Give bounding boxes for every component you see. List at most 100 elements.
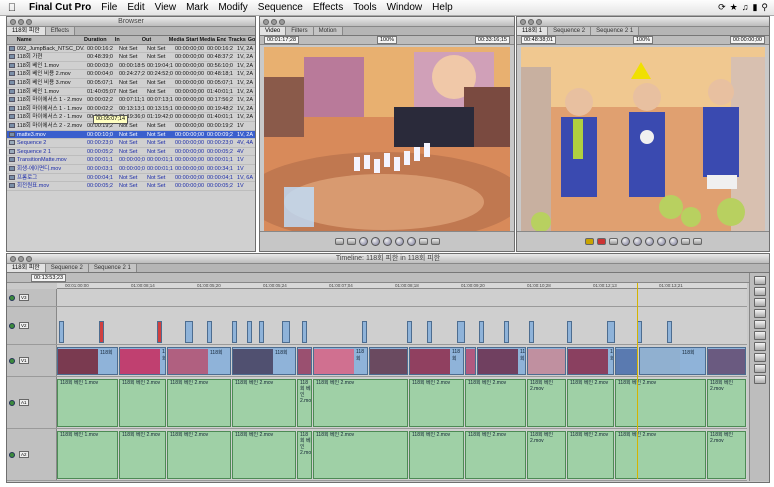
zoom-icon[interactable]	[536, 19, 542, 25]
v1-clip[interactable]: 118회	[567, 347, 614, 375]
next-edit-button[interactable]	[668, 237, 678, 246]
browser-row[interactable]: 118회 마이에서스 2 - 2.mov 00:00:19;2 Not Set Not…	[7, 122, 255, 131]
menu-sequence[interactable]: Sequence	[253, 2, 308, 13]
match-frame-button[interactable]	[430, 238, 440, 245]
minimize-icon[interactable]	[18, 256, 24, 262]
v2-clip[interactable]	[282, 321, 290, 343]
track-visibility-icon[interactable]	[9, 399, 15, 406]
track-visibility-icon[interactable]	[9, 451, 15, 458]
menu-edit[interactable]: Edit	[122, 2, 149, 13]
menu-view[interactable]: View	[150, 2, 182, 13]
v2-clip[interactable]	[259, 321, 264, 343]
v2-clip[interactable]	[207, 321, 212, 343]
tab-canvas-118[interactable]: 118회 1	[517, 27, 549, 35]
v1-clip[interactable]: 118회	[232, 347, 296, 375]
close-icon[interactable]	[263, 19, 269, 25]
a2-audio-clip[interactable]: 118회 베인 2.mov	[119, 431, 166, 479]
browser-row[interactable]: 118회 마이에서스 1 - 1.mov 00:00:02;2 00:13:13;1…	[7, 105, 255, 114]
track-select-tool-icon[interactable]	[753, 287, 766, 296]
canvas-video-frame[interactable]	[521, 47, 765, 233]
tab-timeline-118[interactable]: 118회 피한	[7, 264, 46, 272]
a2-audio-clip[interactable]: 118회 베인 2.mov	[232, 431, 296, 479]
browser-row[interactable]: 회전원표.mov 00:00:05;2 Not Set Not Set 00:00:00…	[7, 182, 255, 191]
a1-audio-clip[interactable]: 118회 베인 2.mov	[297, 379, 312, 427]
v2-clip[interactable]	[302, 321, 307, 343]
v2-clip[interactable]	[607, 321, 615, 343]
play-in-out-button[interactable]	[632, 237, 642, 246]
pen-tool-icon[interactable]	[753, 342, 766, 351]
mark-in-button[interactable]	[680, 238, 690, 245]
a2-audio-clip[interactable]: 118회 베인 2.mov	[409, 431, 464, 479]
v2-clip[interactable]	[59, 321, 64, 343]
col-duration[interactable]: Duration	[82, 36, 113, 44]
bluetooth-icon[interactable]: ★	[730, 2, 738, 13]
a2-audio-clip[interactable]: 118회 베인 2.mov	[615, 431, 706, 479]
play-in-out-button[interactable]	[370, 237, 380, 246]
v2-clip[interactable]	[427, 321, 432, 343]
browser-row[interactable]: 회생-에이면디.mov 00:00:03;1 00:00:00;0 00:00:01;…	[7, 165, 255, 174]
tab-filters[interactable]: Filters	[286, 27, 314, 35]
slip-tool-icon[interactable]	[753, 331, 766, 340]
menu-tools[interactable]: Tools	[348, 2, 381, 13]
play-around-button[interactable]	[656, 237, 666, 246]
browser-row[interactable]: 프롬로그 00:00:04;1 Not Set Not Set 00:00:00;00 0…	[7, 174, 255, 183]
next-edit-button[interactable]	[406, 237, 416, 246]
ripple-tool-icon[interactable]	[753, 298, 766, 307]
viewer-duration-timecode[interactable]: 00:01:17;28	[264, 36, 300, 44]
v2-clip[interactable]	[362, 321, 367, 343]
col-go[interactable]: Go	[246, 36, 255, 44]
canvas-current-timecode[interactable]: 00:00:00;00	[729, 36, 765, 44]
roll-tool-icon[interactable]	[753, 309, 766, 318]
menu-help[interactable]: Help	[427, 2, 458, 13]
a1-audio-clip[interactable]: 118회 베인 2.mov	[527, 379, 566, 427]
close-icon[interactable]	[10, 19, 16, 25]
playhead[interactable]	[637, 283, 638, 479]
zoom-icon[interactable]	[26, 256, 32, 262]
v1-clip[interactable]: 118회	[57, 347, 118, 375]
tab-motion[interactable]: Motion	[313, 27, 343, 35]
browser-row[interactable]: 118회 베인 1.mov 01:40:05;07 Not Set Not Set 00…	[7, 88, 255, 97]
razor-tool-icon[interactable]	[753, 320, 766, 329]
browser-row[interactable]: 118회 가현 00:48:39;0 Not Set Not Set 00:00:00;…	[7, 53, 255, 62]
a1-audio-clip[interactable]: 118회 베인 2.mov	[232, 379, 296, 427]
tab-timeline-sequence-2-1[interactable]: Sequence 2 1	[88, 264, 137, 272]
menu-file[interactable]: File	[96, 2, 122, 13]
a1-audio-clip[interactable]: 118회 베인 2.mov	[707, 379, 746, 427]
add-marker-button[interactable]	[608, 238, 618, 245]
v1-clip[interactable]: 118회	[119, 347, 166, 375]
mark-out-button[interactable]	[346, 238, 356, 245]
v2-clip[interactable]	[157, 321, 162, 343]
menu-effects[interactable]: Effects	[308, 2, 348, 13]
tab-video[interactable]: Video	[260, 27, 287, 35]
browser-row[interactable]: 118회 마이에서스 1 - 2.mov 00:00:02;2 00:07:11;1…	[7, 96, 255, 105]
tab-canvas-sequence-2-1[interactable]: Sequence 2 1	[591, 27, 640, 35]
browser-row[interactable]: 092_JumpBack_NTSC_DV.mov00:00:16:2Not Se…	[7, 45, 255, 54]
browser-row[interactable]: 118회 베인 비용 3.mov 00:05:07;1 Not Set Not Set…	[7, 79, 255, 88]
a2-audio-clip[interactable]: 118회 베인 2.mov	[297, 431, 312, 479]
browser-row[interactable]: Sequence 2 00:00:23;0 Not Set Not Set 00:00:…	[7, 139, 255, 148]
v1-clip[interactable]: 118회	[409, 347, 464, 375]
browser-row[interactable]: 118회 마이에서스 2 - 1.mov00:00:05;201:19:36;0…	[7, 113, 255, 122]
timeline-titlebar[interactable]: Timeline: 118회 피한 in 118회 피한	[7, 254, 769, 264]
close-icon[interactable]	[520, 19, 526, 25]
menu-mark[interactable]: Mark	[181, 2, 213, 13]
track-label[interactable]: V3	[19, 294, 29, 301]
v2-clip[interactable]	[185, 321, 193, 343]
track-label[interactable]: A2	[19, 451, 29, 458]
zoom-icon[interactable]	[279, 19, 285, 25]
add-keyframe-button[interactable]	[596, 238, 606, 245]
mark-out-button[interactable]	[692, 238, 702, 245]
v2-clip[interactable]	[529, 321, 534, 343]
a1-audio-clip[interactable]: 118회 베인 2.mov	[567, 379, 614, 427]
menu-app-name[interactable]: Final Cut Pro	[24, 2, 96, 13]
selection-tool-icon[interactable]	[753, 276, 766, 285]
sync-icon[interactable]: ⟳	[718, 2, 726, 13]
a2-audio-clip[interactable]: 118회 베인 2.mov	[527, 431, 566, 479]
col-out[interactable]: Out	[140, 36, 167, 44]
browser-row[interactable]: 118회 베인 1.mov 00:00:03;0 00:00:18:59;300:1…	[7, 62, 255, 71]
a1-audio-clip[interactable]: 118회 베인 2.mov	[465, 379, 526, 427]
viewer-titlebar[interactable]	[260, 17, 514, 27]
v2-clip[interactable]	[99, 321, 104, 343]
prev-edit-button[interactable]	[620, 237, 630, 246]
v1-clip[interactable]: 118회	[313, 347, 368, 375]
